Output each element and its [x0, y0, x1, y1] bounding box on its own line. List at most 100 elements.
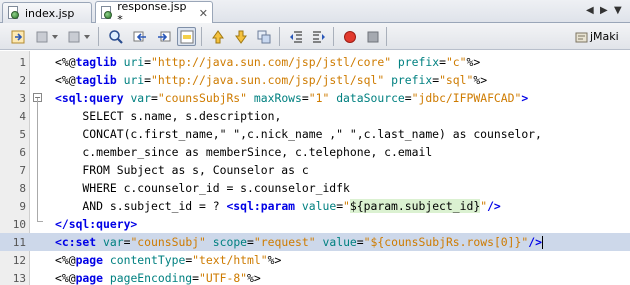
- code-line[interactable]: 7 FROM Subject as s, Counselor as c: [0, 161, 630, 179]
- code-token: =: [144, 73, 152, 87]
- code-token: <c:set: [55, 235, 97, 249]
- code-line[interactable]: 1 <%@taglib uri="http://java.sun.com/jsp/…: [0, 53, 630, 71]
- code-token: "request": [253, 235, 316, 249]
- code-token: var: [103, 235, 124, 249]
- jmaki-label[interactable]: jMaki: [590, 30, 619, 43]
- code-token: <sql:query: [55, 91, 124, 105]
- toolbar-separator: [333, 27, 334, 46]
- code-line[interactable]: 5 CONCAT(c.first_name," ",c.nick_name ,"…: [0, 125, 630, 143]
- code-text: <c:set var="counsSubj" scope="request" v…: [55, 235, 543, 249]
- fold-guide: [37, 98, 38, 221]
- code-token: %>: [247, 271, 261, 285]
- code-token: />: [487, 199, 501, 213]
- line-number: 5: [19, 128, 26, 141]
- code-token: "http://java.sun.com/jsp/jstl/core": [151, 55, 392, 69]
- code-token: =: [247, 235, 254, 249]
- code-token: "${counsSubjRs.rows[0]}": [363, 235, 529, 249]
- code-token: contentType: [109, 253, 186, 267]
- code-token: >: [521, 91, 529, 105]
- toolbar-separator: [386, 27, 387, 46]
- find-previous-icon[interactable]: [130, 27, 149, 46]
- code-token: "counsSubjRs": [157, 91, 248, 105]
- code-token: "UTF-8": [199, 271, 248, 285]
- code-token: WHERE c.counselor_id = s.counselor_idfk: [55, 181, 350, 195]
- chevron-down-icon[interactable]: [50, 27, 60, 46]
- code-token: prefix: [391, 73, 433, 87]
- code-line[interactable]: 11 <c:set var="counsSubj" scope="request"…: [0, 233, 630, 251]
- tab-list-menu-icon[interactable]: ▼: [614, 5, 622, 16]
- code-editor[interactable]: 1 <%@taglib uri="http://java.sun.com/jsp/…: [0, 51, 630, 285]
- toggle-bookmarks-icon[interactable]: [254, 27, 273, 46]
- scroll-tabs-left-icon[interactable]: ◀: [586, 5, 594, 16]
- code-token: page: [75, 253, 104, 267]
- toolbar-separator: [279, 27, 280, 46]
- previous-bookmark-icon[interactable]: [208, 27, 227, 46]
- code-token: taglib: [75, 73, 117, 87]
- code-text: c.member_since as memberSince, c.telepho…: [55, 145, 432, 159]
- code-token: "sql": [439, 73, 474, 87]
- find-icon[interactable]: [106, 27, 125, 46]
- code-text: <%@taglib uri="http://java.sun.com/jsp/j…: [55, 55, 480, 69]
- code-token: =: [192, 271, 200, 285]
- code-token: =: [356, 235, 364, 249]
- next-bookmark-icon[interactable]: [231, 27, 250, 46]
- tab-response-jsp[interactable]: response.jsp * ✕: [95, 0, 213, 26]
- fold-guide-end: [37, 221, 43, 222]
- code-token: "jdbc/IFPWAFCAD": [411, 91, 522, 105]
- toggle-highlight-icon[interactable]: [177, 27, 196, 46]
- line-number: 4: [19, 110, 26, 123]
- code-line[interactable]: 8 WHERE c.counselor_id = s.counselor_idf…: [0, 179, 630, 197]
- shift-right-icon[interactable]: [309, 27, 328, 46]
- toggle-bookmark-icon[interactable]: [8, 27, 27, 46]
- code-token: =: [404, 91, 412, 105]
- chevron-down-icon[interactable]: [82, 27, 92, 46]
- code-token: maxRows: [253, 91, 302, 105]
- scroll-tabs-right-icon[interactable]: ▶: [600, 5, 608, 16]
- code-line[interactable]: 13 <%@page pageEncoding="UTF-8"%>: [0, 269, 630, 285]
- code-line[interactable]: 3−<sql:query var="counsSubjRs" maxRows="…: [0, 89, 630, 107]
- jmaki-icon[interactable]: [572, 27, 591, 46]
- code-token: dataSource: [336, 91, 405, 105]
- text-caret: [541, 236, 543, 249]
- jsp-file-icon: [100, 6, 112, 20]
- tab-index-jsp[interactable]: index.jsp: [2, 2, 92, 23]
- code-token: AND s.subject_id = ?: [55, 199, 227, 213]
- code-line[interactable]: 4 SELECT s.name, s.description,: [0, 107, 630, 125]
- code-token: ${param.subject_id}: [349, 199, 481, 213]
- code-token: var: [130, 91, 152, 105]
- code-line[interactable]: 2 <%@taglib uri="http://java.sun.com/jsp/…: [0, 71, 630, 89]
- code-token: =: [144, 55, 152, 69]
- line-number: 11: [12, 236, 26, 249]
- toolbar-separator: [201, 27, 202, 46]
- code-line[interactable]: 6 c.member_since as memberSince, c.telep…: [0, 143, 630, 161]
- code-line[interactable]: 12 <%@page contentType="text/html"%>: [0, 251, 630, 269]
- stop-macro-icon[interactable]: [363, 27, 382, 46]
- code-token: </sql:query>: [55, 217, 138, 231]
- find-next-icon[interactable]: [154, 27, 173, 46]
- code-token: %>: [466, 55, 481, 69]
- code-token: CONCAT(c.first_name," ",c.nick_name ," "…: [55, 127, 542, 141]
- code-text: SELECT s.name, s.description,: [55, 109, 281, 123]
- code-token: SELECT s.name, s.description,: [55, 109, 282, 123]
- close-icon[interactable]: ✕: [199, 7, 208, 20]
- code-line[interactable]: 9 AND s.subject_id = ? <sql:param value=…: [0, 197, 630, 215]
- code-line[interactable]: 10 </sql:query>: [0, 215, 630, 233]
- code-token: =: [301, 91, 309, 105]
- code-token: =: [439, 55, 446, 69]
- code-text: <%@taglib uri="http://java.sun.com/jsp/j…: [55, 73, 487, 87]
- back-icon[interactable]: [32, 27, 51, 46]
- start-macro-icon[interactable]: [340, 27, 359, 46]
- code-token: taglib: [75, 55, 117, 69]
- forward-icon[interactable]: [64, 27, 83, 46]
- code-token: page: [75, 271, 104, 285]
- code-token: ": [343, 199, 350, 213]
- code-text: <sql:query var="counsSubjRs" maxRows="1"…: [55, 91, 528, 105]
- code-token: pageEncoding: [109, 271, 193, 285]
- line-number: 8: [19, 182, 26, 195]
- shift-left-icon[interactable]: [286, 27, 305, 46]
